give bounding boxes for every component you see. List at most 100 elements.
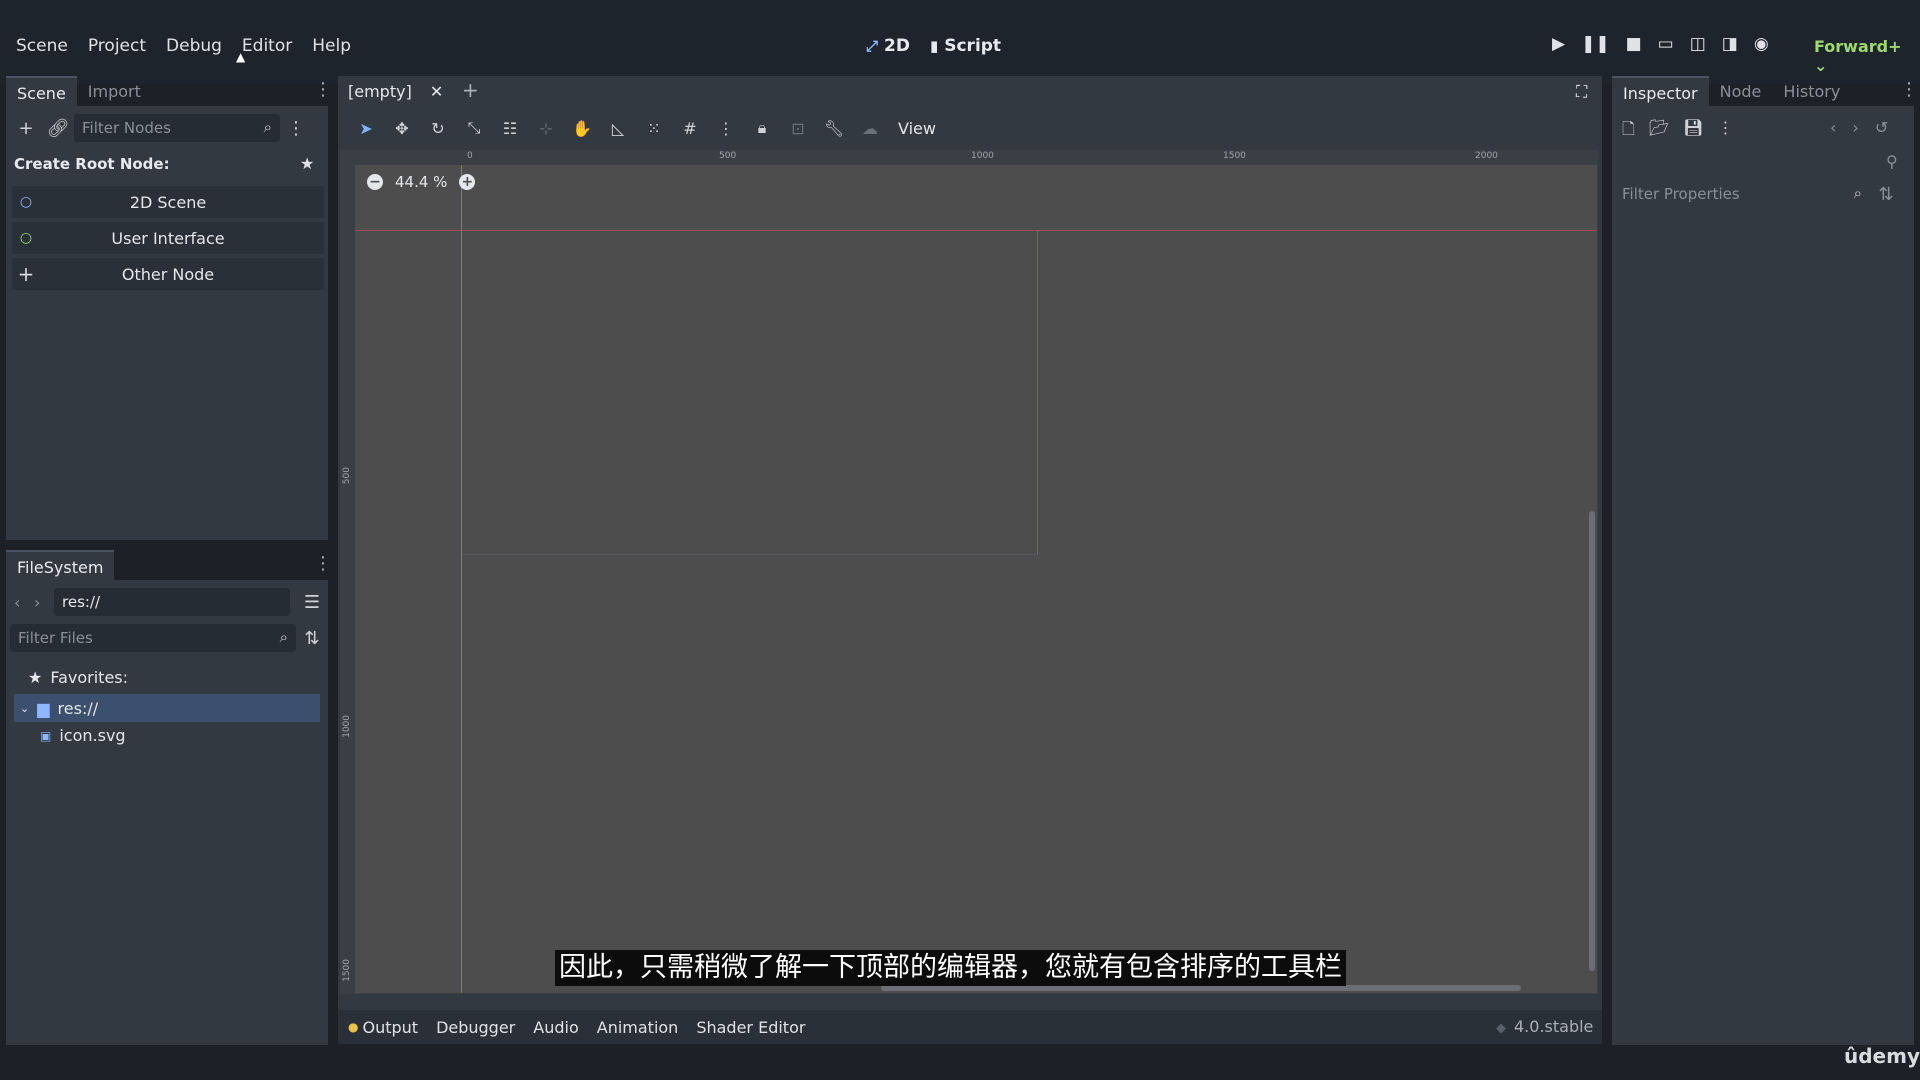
zoom-level[interactable]: 44.4 % <box>395 173 447 191</box>
search-icon: ⌕ <box>1853 184 1862 202</box>
skeleton-icon[interactable]: 🔧︎ <box>816 119 852 138</box>
add-scene-tab-icon[interactable]: + <box>462 78 479 102</box>
smart-snap-icon[interactable]: ⁙ <box>636 119 672 138</box>
rotate-mode-icon[interactable]: ↻ <box>420 119 456 138</box>
scene-tab-empty[interactable]: [empty] ✕ <box>338 76 450 106</box>
distraction-free-icon[interactable]: ⛶ <box>1576 82 1587 102</box>
path-row: ‹ › res:// ☰ <box>14 588 328 616</box>
object-properties-icon[interactable]: ⚲ <box>1886 152 1898 171</box>
ruler-mark: 2000 <box>1475 151 1498 161</box>
filter-files-placeholder: Filter Files <box>18 629 93 647</box>
scene-tab-label: [empty] <box>348 81 412 101</box>
movie-maker-icon[interactable]: ◉ <box>1754 34 1769 54</box>
filter-nodes-input[interactable]: Filter Nodes ⌕ <box>74 114 280 142</box>
workspace-2d-label: 2D <box>884 36 910 56</box>
tab-output[interactable]: Output <box>362 1018 418 1037</box>
menu-debug[interactable]: Debug <box>156 36 232 56</box>
tab-inspector[interactable]: Inspector <box>1612 76 1709 106</box>
group-icon[interactable]: ⊡ <box>780 119 816 138</box>
tab-scene[interactable]: Scene <box>6 76 77 106</box>
open-resource-icon[interactable]: 📂︎ <box>1649 118 1669 145</box>
file-name: icon.svg <box>59 726 126 745</box>
select-mode-icon[interactable]: ➤ <box>348 119 384 138</box>
history-icon[interactable]: ↺ <box>1875 118 1888 137</box>
tab-filesystem[interactable]: FileSystem <box>6 550 115 580</box>
create-other-node-label: Other Node <box>121 264 215 284</box>
play-icon[interactable]: ▶ <box>1552 34 1565 54</box>
menu-project[interactable]: Project <box>78 36 156 56</box>
renderer-select[interactable]: Forward+ ⌄ <box>1814 37 1920 75</box>
path-input[interactable]: res:// <box>54 588 290 616</box>
back-icon[interactable]: ‹ <box>1830 118 1836 137</box>
pause-icon[interactable]: ❚❚ <box>1581 34 1610 54</box>
tab-import[interactable]: Import <box>77 76 152 106</box>
back-icon[interactable]: ‹ <box>14 593 34 612</box>
zoom-out-icon[interactable]: − <box>367 174 383 190</box>
canvas-toolbar: ➤ ✥ ↻ ⤡ ☷ ⊹ ✋ ◺ ⁙ # ⋮ 🔒︎ ⊡ 🔧︎ ☁ View <box>338 110 1602 146</box>
zoom-in-icon[interactable]: + <box>459 174 476 190</box>
stop-icon[interactable]: ■ <box>1626 34 1642 54</box>
scene-dock-menu-icon[interactable]: ⋮ <box>314 79 332 100</box>
lock-icon[interactable]: 🔒︎ <box>744 118 780 138</box>
pan-mode-icon[interactable]: ✋ <box>564 119 600 138</box>
view-menu[interactable]: View <box>898 119 936 138</box>
close-icon[interactable]: ✕ <box>430 82 443 101</box>
res-folder-item[interactable]: ⌄ ▆ res:// <box>14 694 320 722</box>
grid-snap-icon[interactable]: # <box>672 119 708 138</box>
filesystem-menu-icon[interactable]: ⋮ <box>314 553 332 574</box>
tab-node[interactable]: Node <box>1709 76 1773 106</box>
filter-properties-row: Filter Properties ⌕ ⇅ <box>1614 180 1902 208</box>
play-custom-scene-icon[interactable]: ◨ <box>1722 34 1738 54</box>
filesystem-dock-tabs: FileSystem <box>6 550 115 580</box>
video-subtitle: 因此，只需稍微了解一下顶部的编辑器，您就有包含排序的工具栏 <box>555 950 1346 986</box>
tab-animation[interactable]: Animation <box>597 1018 679 1037</box>
save-resource-icon[interactable]: 💾︎ <box>1683 118 1703 145</box>
scene-options-icon[interactable]: ⋮ <box>280 118 312 139</box>
new-resource-icon[interactable]: 🗋︎ <box>1622 118 1635 145</box>
sort-files-icon[interactable]: ⇅ <box>296 628 328 649</box>
tab-shader-editor[interactable]: Shader Editor <box>696 1018 805 1037</box>
create-2d-scene-label: 2D Scene <box>129 192 207 212</box>
script-icon: ▮ <box>929 37 939 55</box>
sort-properties-icon[interactable]: ⇅ <box>1870 184 1902 205</box>
create-user-interface-button[interactable]: ○ User Interface <box>12 222 324 254</box>
tab-debugger[interactable]: Debugger <box>436 1018 515 1037</box>
canvas-2d-viewport[interactable]: 0 500 1000 1500 2000 500 1000 1500 − 44.… <box>340 150 1598 994</box>
ruler-left: 500 1000 1500 <box>341 151 355 993</box>
filter-properties-input[interactable]: Filter Properties ⌕ <box>1614 180 1870 208</box>
forward-icon[interactable]: › <box>34 593 54 612</box>
inspector-menu-icon[interactable]: ⋮ <box>1900 79 1918 100</box>
ruler-mode-icon[interactable]: ◺ <box>600 119 636 138</box>
tab-audio[interactable]: Audio <box>533 1018 578 1037</box>
vertical-scrollbar[interactable] <box>1589 511 1595 971</box>
file-item[interactable]: ▣ icon.svg <box>40 726 126 745</box>
main-menu: Scene Project Debug Editor Help <box>6 36 361 56</box>
make-bones-icon[interactable]: ☁ <box>852 119 888 138</box>
move-mode-icon[interactable]: ✥ <box>384 119 420 138</box>
create-user-interface-label: User Interface <box>111 228 225 248</box>
list-select-icon[interactable]: ☷ <box>492 119 528 138</box>
favorites-item[interactable]: ★ Favorites: <box>28 668 128 687</box>
create-2d-scene-button[interactable]: ○ 2D Scene <box>12 186 324 218</box>
inspector-dock-tabs: Inspector Node History <box>1612 76 1851 106</box>
play-scene-icon[interactable]: ◫ <box>1690 34 1706 54</box>
instance-scene-icon[interactable]: 🔗︎ <box>42 118 74 139</box>
snap-options-icon[interactable]: ⋮ <box>708 119 744 138</box>
favorite-star-icon[interactable]: ★ <box>300 154 314 173</box>
scale-mode-icon[interactable]: ⤡ <box>456 118 492 138</box>
ruler-mark: 1500 <box>342 959 352 982</box>
filter-files-input[interactable]: Filter Files ⌕ <box>10 624 296 652</box>
pivot-icon[interactable]: ⊹ <box>528 119 564 138</box>
menu-scene[interactable]: Scene <box>6 36 78 56</box>
menu-help[interactable]: Help <box>302 36 361 56</box>
ruler-mark: 1500 <box>1223 151 1246 161</box>
workspace-script-tab[interactable]: ▮ Script <box>930 36 1001 56</box>
tab-history[interactable]: History <box>1772 76 1851 106</box>
remote-debug-icon[interactable]: ▭ <box>1658 34 1674 54</box>
add-node-icon[interactable]: + <box>10 118 42 139</box>
toggle-split-mode-icon[interactable]: ☰ <box>296 592 328 613</box>
workspace-2d-tab[interactable]: ⤢ 2D <box>866 36 910 56</box>
resource-options-icon[interactable]: ⋮ <box>1718 118 1734 145</box>
forward-icon[interactable]: › <box>1852 118 1858 137</box>
create-other-node-button[interactable]: + Other Node <box>12 258 324 290</box>
